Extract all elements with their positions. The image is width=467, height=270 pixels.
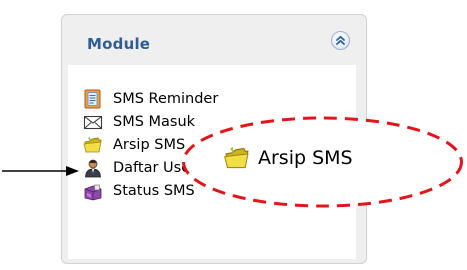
user-icon — [82, 157, 104, 179]
collapse-button[interactable] — [331, 31, 350, 50]
module-title: Module — [87, 35, 151, 53]
callout-zoom: Arsip SMS — [180, 114, 465, 210]
notepad-icon — [82, 88, 104, 110]
arrow-right-icon — [0, 160, 82, 184]
callout-label: Arsip SMS — [258, 147, 353, 169]
chart-icon — [82, 180, 104, 202]
envelope-icon — [82, 111, 104, 133]
module-header: Module — [62, 15, 366, 65]
double-chevron-up-icon — [336, 35, 345, 45]
menu-item-sms-reminder[interactable]: SMS Reminder — [82, 87, 218, 110]
folder-icon — [222, 142, 252, 178]
menu-item-label: Arsip SMS — [113, 136, 186, 153]
folder-icon — [82, 134, 104, 156]
menu-item-label: SMS Reminder — [113, 90, 219, 107]
